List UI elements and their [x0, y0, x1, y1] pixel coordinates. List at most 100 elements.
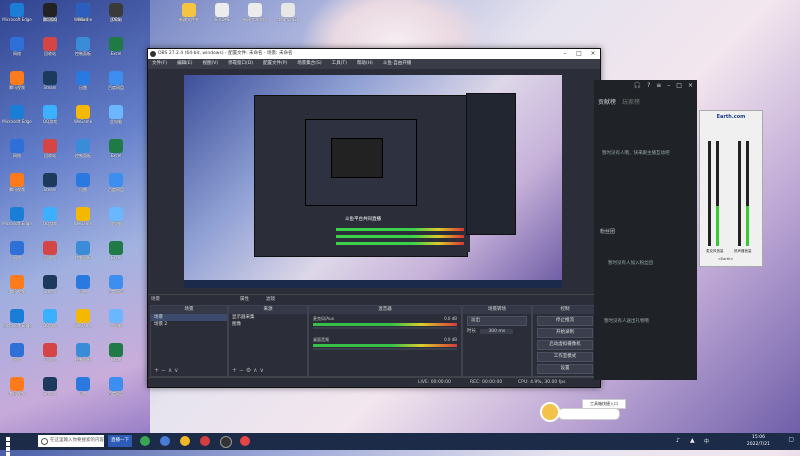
desktop-icon[interactable]: 回收站	[35, 343, 65, 362]
desktop-icon[interactable]: 新建文件夹	[174, 3, 204, 22]
desktop-icon[interactable]: WeGame	[68, 207, 98, 226]
network-icon[interactable]: ▲	[690, 437, 695, 444]
notification-icon[interactable]: ▢	[788, 436, 794, 443]
desktop-icon[interactable]: 腾讯视频	[2, 275, 32, 294]
desktop-icon[interactable]: 迅雷	[68, 71, 98, 90]
desktop-icon[interactable]: 控制面板	[68, 241, 98, 260]
desktop-icon[interactable]: README	[207, 3, 237, 22]
taskbar-search[interactable]: 在这里输入你要搜索的内容	[38, 435, 104, 447]
menu-douyu[interactable]: 斗鱼·自由开播	[383, 59, 411, 69]
obs-preview[interactable]: 斗鱼平台共同直播	[184, 75, 562, 288]
desktop-icon[interactable]: 百度网盘	[101, 275, 131, 294]
desktop-icon[interactable]: Word	[68, 3, 98, 22]
app-icon[interactable]	[240, 436, 250, 446]
menu-edit[interactable]: 编辑(E)	[177, 59, 192, 69]
desktop-icon[interactable]: 迅雷	[68, 377, 98, 396]
desktop-icon[interactable]: 腾讯视频	[2, 377, 32, 396]
source-item[interactable]: 显示器采集	[229, 314, 307, 321]
start-recording-button[interactable]: 开始录制	[537, 328, 593, 338]
desktop-icon[interactable]: steam2022	[273, 3, 303, 22]
desktop-icon[interactable]: 百度网盘	[101, 71, 131, 90]
tab-contribution[interactable]: 贡献榜	[598, 97, 616, 106]
desktop-icon[interactable]: 迅雷	[68, 173, 98, 192]
stop-streaming-button[interactable]: 停止推流	[537, 316, 593, 326]
obs-icon[interactable]	[220, 436, 232, 448]
desktop-icon[interactable]: 控制面板	[68, 139, 98, 158]
desktop-icon[interactable]: 网络	[2, 37, 32, 56]
virtual-camera-button[interactable]: 启动虚拟摄像机	[537, 340, 593, 350]
scene-item[interactable]: 场景	[151, 314, 227, 321]
windows-start-icon[interactable]	[6, 437, 15, 456]
desktop-icon[interactable]: Microsoft Edge	[2, 309, 32, 328]
desktop-icon[interactable]: Excel	[101, 37, 131, 56]
desktop-icon[interactable]: 控制面板	[68, 37, 98, 56]
desktop-icon[interactable]: Steam	[35, 377, 65, 396]
desktop-icon[interactable]: QQ游戏	[35, 207, 65, 226]
scene-item[interactable]: 场景 2	[151, 321, 227, 328]
desktop-icon[interactable]: 迅雷	[68, 275, 98, 294]
minimize-icon[interactable]: –	[558, 49, 572, 59]
toolbox-strip[interactable]	[558, 408, 620, 420]
toolbox-avatar-icon[interactable]	[540, 402, 560, 422]
desktop-icon[interactable]: 腾讯视频	[2, 71, 32, 90]
desktop-icon[interactable]: WeGame	[68, 105, 98, 124]
browser-icon[interactable]	[140, 436, 150, 446]
desktop-icon[interactable]: 网络	[2, 241, 32, 260]
desktop-icon[interactable]: Microsoft Edge	[2, 207, 32, 226]
close-icon[interactable]: ×	[688, 82, 693, 92]
desktop-icon[interactable]: Microsoft Edge	[2, 105, 32, 124]
desktop-icon[interactable]: WeGame	[68, 309, 98, 328]
desktop-icon[interactable]: Excel	[101, 241, 131, 260]
close-icon[interactable]: ×	[586, 49, 600, 59]
headset-icon[interactable]: 🎧	[634, 82, 641, 92]
desktop-icon[interactable]: 百度网盘	[101, 173, 131, 192]
desktop-icon[interactable]: 百度网盘	[101, 377, 131, 396]
speaker-icon[interactable]: ♪	[676, 437, 680, 444]
desktop-icon[interactable]: Steam	[35, 71, 65, 90]
settings-button[interactable]: 设置	[537, 364, 593, 374]
obs-titlebar[interactable]: OBS 27.2.4 (64-bit, windows) - 配置文件: 未命名…	[148, 49, 600, 59]
desktop-icon[interactable]: 网络	[2, 139, 32, 158]
desktop-icon[interactable]: 此电脑	[101, 207, 131, 226]
menu-docks[interactable]: 停靠窗口(D)	[228, 59, 253, 69]
desktop-icon[interactable]: QQ游戏	[35, 309, 65, 328]
menu-view[interactable]: 视图(V)	[202, 59, 218, 69]
filters-button[interactable]: 滤镜	[266, 295, 275, 305]
desktop-icon[interactable]: Excel	[101, 343, 131, 362]
duration-input[interactable]: 300 ms	[480, 329, 514, 334]
desktop-icon[interactable]: 腾讯QQ	[35, 3, 65, 22]
desktop-icon[interactable]: 腾讯视频	[2, 173, 32, 192]
taskbar-clock[interactable]: 15:06 2022/7/21	[747, 434, 770, 448]
desktop-icon[interactable]: Excel	[101, 139, 131, 158]
taskbar-app-live[interactable]: 直播一下	[108, 435, 132, 447]
app-icon[interactable]	[180, 436, 190, 446]
menu-tools[interactable]: 工具(T)	[332, 59, 347, 69]
menu-help[interactable]: 帮助(H)	[357, 59, 373, 69]
scene-controls[interactable]: + − ∧ ∨	[154, 367, 179, 374]
desktop-icon[interactable]: 回收站	[35, 139, 65, 158]
floating-toolbox[interactable]: 工具箱快捷入口	[540, 394, 626, 426]
help-icon[interactable]: ?	[647, 82, 650, 92]
studio-mode-button[interactable]: 工作室模式	[537, 352, 593, 362]
desktop-icon[interactable]: 此电脑	[101, 309, 131, 328]
desktop-icon[interactable]: Microsoft Edge	[2, 3, 32, 22]
desktop-icon[interactable]: QQ游戏	[35, 105, 65, 124]
desktop-icon[interactable]: 控制面板	[68, 343, 98, 362]
desktop-icon[interactable]: 新建文本文档	[240, 3, 270, 22]
minimize-icon[interactable]: –	[667, 82, 670, 92]
source-item[interactable]: 图像	[229, 321, 307, 328]
source-controls[interactable]: + − ⚙ ∧ ∨	[232, 367, 264, 374]
app-icon[interactable]	[200, 436, 210, 446]
desktop-icon[interactable]: 回收站	[35, 37, 65, 56]
maximize-icon[interactable]: □	[676, 82, 682, 92]
menu-scene-collection[interactable]: 场景集合(S)	[297, 59, 321, 69]
tab-players[interactable]: 玩家榜	[622, 97, 640, 106]
desktop-icon[interactable]: Steam	[35, 173, 65, 192]
folder-icon[interactable]	[160, 436, 170, 446]
transition-select[interactable]: 淡出	[467, 316, 527, 326]
desktop-icon[interactable]: OBS	[101, 3, 131, 22]
desktop-icon[interactable]: 回收站	[35, 241, 65, 260]
volume-slider[interactable]	[313, 348, 457, 350]
menu-icon[interactable]: ≡	[656, 82, 661, 92]
desktop-icon[interactable]: 网络	[2, 343, 32, 362]
